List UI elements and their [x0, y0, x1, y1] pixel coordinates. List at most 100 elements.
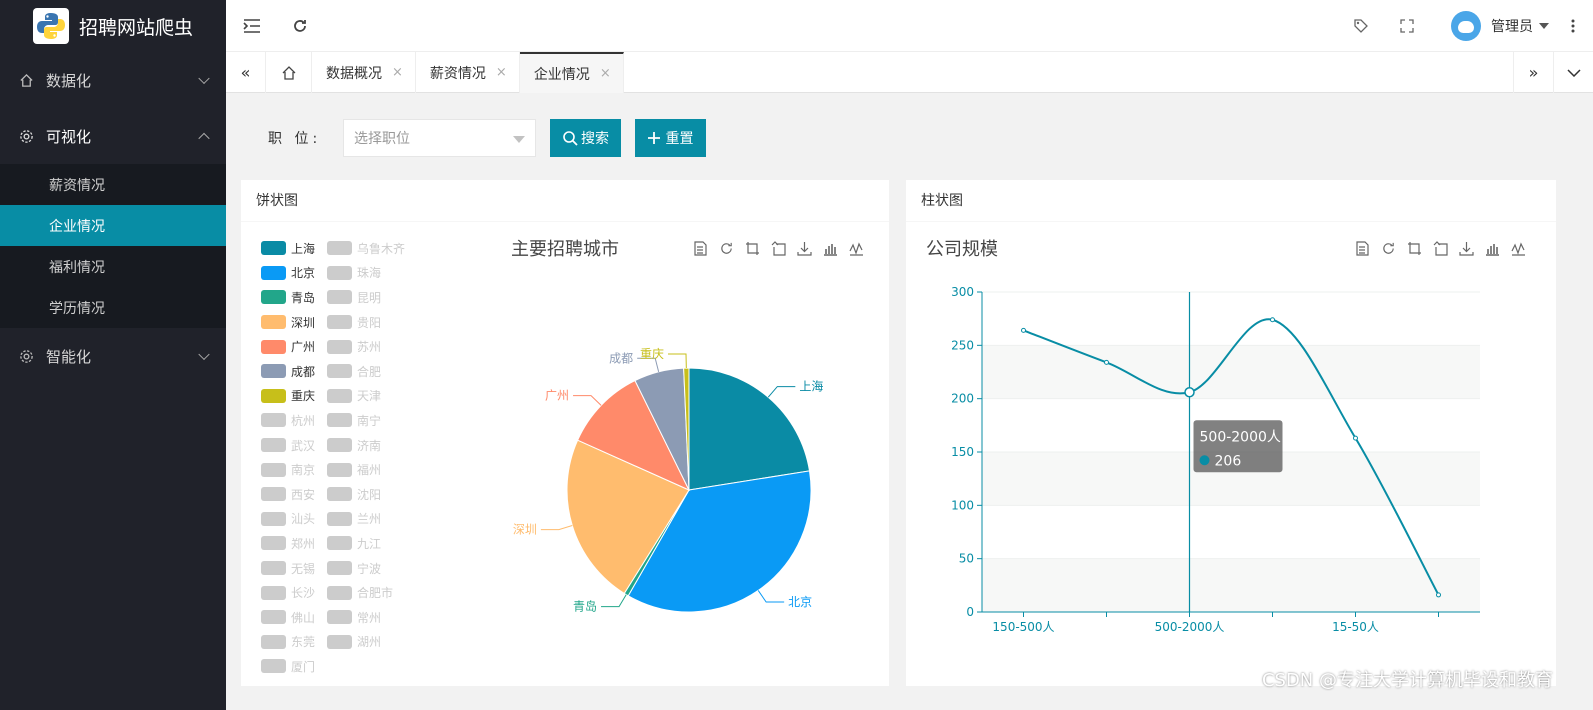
tabs-scroll-left-icon[interactable]: « [226, 52, 266, 93]
legend-item[interactable]: 佛山 [261, 605, 327, 630]
tab-salary[interactable]: 薪资情况 × [416, 52, 520, 93]
position-select[interactable]: 选择职位 [343, 119, 536, 157]
sidebar-item-company[interactable]: 企业情况 [0, 205, 226, 246]
fullscreen-icon[interactable] [1393, 0, 1421, 52]
user-menu[interactable]: 管理员 [1451, 0, 1549, 52]
legend-item[interactable]: 汕头 [261, 507, 327, 532]
legend-item[interactable]: 长沙 [261, 580, 327, 605]
data-point[interactable] [1021, 327, 1026, 333]
line-chart-icon[interactable] [847, 239, 865, 257]
bar-chart-icon[interactable] [821, 239, 839, 257]
more-vertical-icon[interactable] [1563, 0, 1583, 52]
zoom-reset-icon[interactable] [769, 239, 787, 257]
legend-label: 昆明 [357, 290, 382, 305]
legend-item[interactable]: 西安 [261, 482, 327, 507]
legend-item[interactable]: 湖州 [327, 630, 417, 655]
legend-swatch [261, 315, 286, 330]
legend-item[interactable]: 东莞 [261, 630, 327, 655]
legend-item[interactable]: 北京 [261, 261, 327, 286]
sidebar-item-welfare[interactable]: 福利情况 [0, 246, 226, 287]
legend-item[interactable]: 南宁 [327, 408, 417, 433]
x-tick-label: 500-2000人 [1155, 620, 1225, 634]
legend-item[interactable]: 贵阳 [327, 310, 417, 335]
close-icon[interactable]: × [392, 65, 403, 80]
legend-item[interactable]: 厦门 [261, 654, 327, 679]
legend-item[interactable]: 珠海 [327, 261, 417, 286]
top-header: 管理员 [226, 0, 1593, 52]
legend-item[interactable]: 南京 [261, 457, 327, 482]
legend-label: 重庆 [291, 389, 316, 404]
legend-swatch [327, 634, 352, 649]
legend-item[interactable]: 重庆 [261, 384, 327, 409]
chevron-down-icon [198, 348, 210, 361]
tabs-menu-chevron-down-icon[interactable] [1553, 52, 1593, 93]
legend-item[interactable]: 乌鲁木齐 [327, 236, 417, 261]
restore-icon[interactable] [717, 239, 735, 257]
nav-item-data[interactable]: 数据化 [0, 52, 226, 108]
legend-item[interactable]: 武汉 [261, 433, 327, 458]
y-tick-label: 100 [951, 498, 974, 512]
data-point[interactable] [1353, 435, 1358, 441]
legend-label: 常州 [357, 610, 382, 625]
legend-item[interactable]: 深圳 [261, 310, 327, 335]
pie-chart-plot: 上海北京 青岛 深圳 广州 成都 重庆 [513, 347, 823, 614]
nav-item-label: 智能化 [46, 347, 92, 366]
legend-item[interactable]: 天津 [327, 384, 417, 409]
app-logo[interactable]: 招聘网站爬虫 [0, 0, 226, 52]
legend-item[interactable]: 兰州 [327, 507, 417, 532]
legend-item[interactable]: 杭州 [261, 408, 327, 433]
data-point[interactable] [1184, 387, 1195, 398]
sidebar-item-salary[interactable]: 薪资情况 [0, 164, 226, 205]
legend-item[interactable]: 无锡 [261, 556, 327, 581]
legend-label: 九江 [357, 536, 382, 551]
tabs-scroll-right-icon[interactable]: » [1513, 52, 1553, 93]
legend-swatch [261, 610, 286, 625]
legend-item[interactable]: 沈阳 [327, 482, 417, 507]
legend-item[interactable]: 成都 [261, 359, 327, 384]
collapse-menu-icon[interactable] [238, 0, 266, 52]
tag-icon[interactable] [1347, 0, 1375, 52]
legend-item[interactable]: 苏州 [327, 334, 417, 359]
legend-item[interactable]: 青岛 [261, 285, 327, 310]
legend-item[interactable]: 宁波 [327, 556, 417, 581]
search-button[interactable]: 搜索 [550, 119, 621, 157]
legend-label: 汕头 [291, 512, 316, 527]
home-tab-icon[interactable] [266, 52, 312, 93]
gear-icon [18, 348, 34, 364]
legend-item[interactable]: 合肥市 [327, 580, 417, 605]
legend-item[interactable]: 常州 [327, 605, 417, 630]
legend-item[interactable]: 九江 [327, 531, 417, 556]
avatar [1451, 11, 1481, 41]
data-point[interactable] [1104, 359, 1109, 365]
download-icon[interactable] [795, 239, 813, 257]
y-tick-label: 50 [959, 552, 974, 566]
legend-swatch [261, 290, 286, 305]
legend-label: 北京 [291, 266, 316, 281]
legend-item[interactable]: 郑州 [261, 531, 327, 556]
nav-item-visualization[interactable]: 可视化 [0, 108, 226, 164]
legend-item[interactable]: 合肥 [327, 359, 417, 384]
nav-item-intelligence[interactable]: 智能化 [0, 328, 226, 384]
legend-item[interactable]: 济南 [327, 433, 417, 458]
legend-swatch [327, 438, 352, 453]
close-icon[interactable]: × [600, 66, 611, 81]
data-view-icon[interactable] [691, 239, 709, 257]
legend-swatch [327, 364, 352, 379]
legend-item[interactable]: 昆明 [327, 285, 417, 310]
zoom-icon[interactable] [743, 239, 761, 257]
legend-item[interactable]: 上海 [261, 236, 327, 261]
legend-item[interactable]: 福州 [327, 457, 417, 482]
nav-item-label: 可视化 [46, 127, 92, 146]
refresh-icon[interactable] [286, 0, 314, 52]
tab-bar: « 数据概况 × 薪资情况 × 企业情况 × » [226, 52, 1593, 93]
close-icon[interactable]: × [496, 65, 507, 80]
reset-button[interactable]: 重置 [635, 119, 706, 157]
data-point[interactable] [1436, 592, 1441, 598]
data-point[interactable] [1270, 317, 1275, 323]
x-tick-label: 150-500人 [992, 620, 1054, 634]
legend-label: 合肥市 [357, 586, 394, 601]
legend-item[interactable]: 广州 [261, 334, 327, 359]
tab-company[interactable]: 企业情况 × [519, 52, 624, 93]
tab-data-overview[interactable]: 数据概况 × [312, 52, 416, 93]
sidebar-item-education[interactable]: 学历情况 [0, 287, 226, 328]
